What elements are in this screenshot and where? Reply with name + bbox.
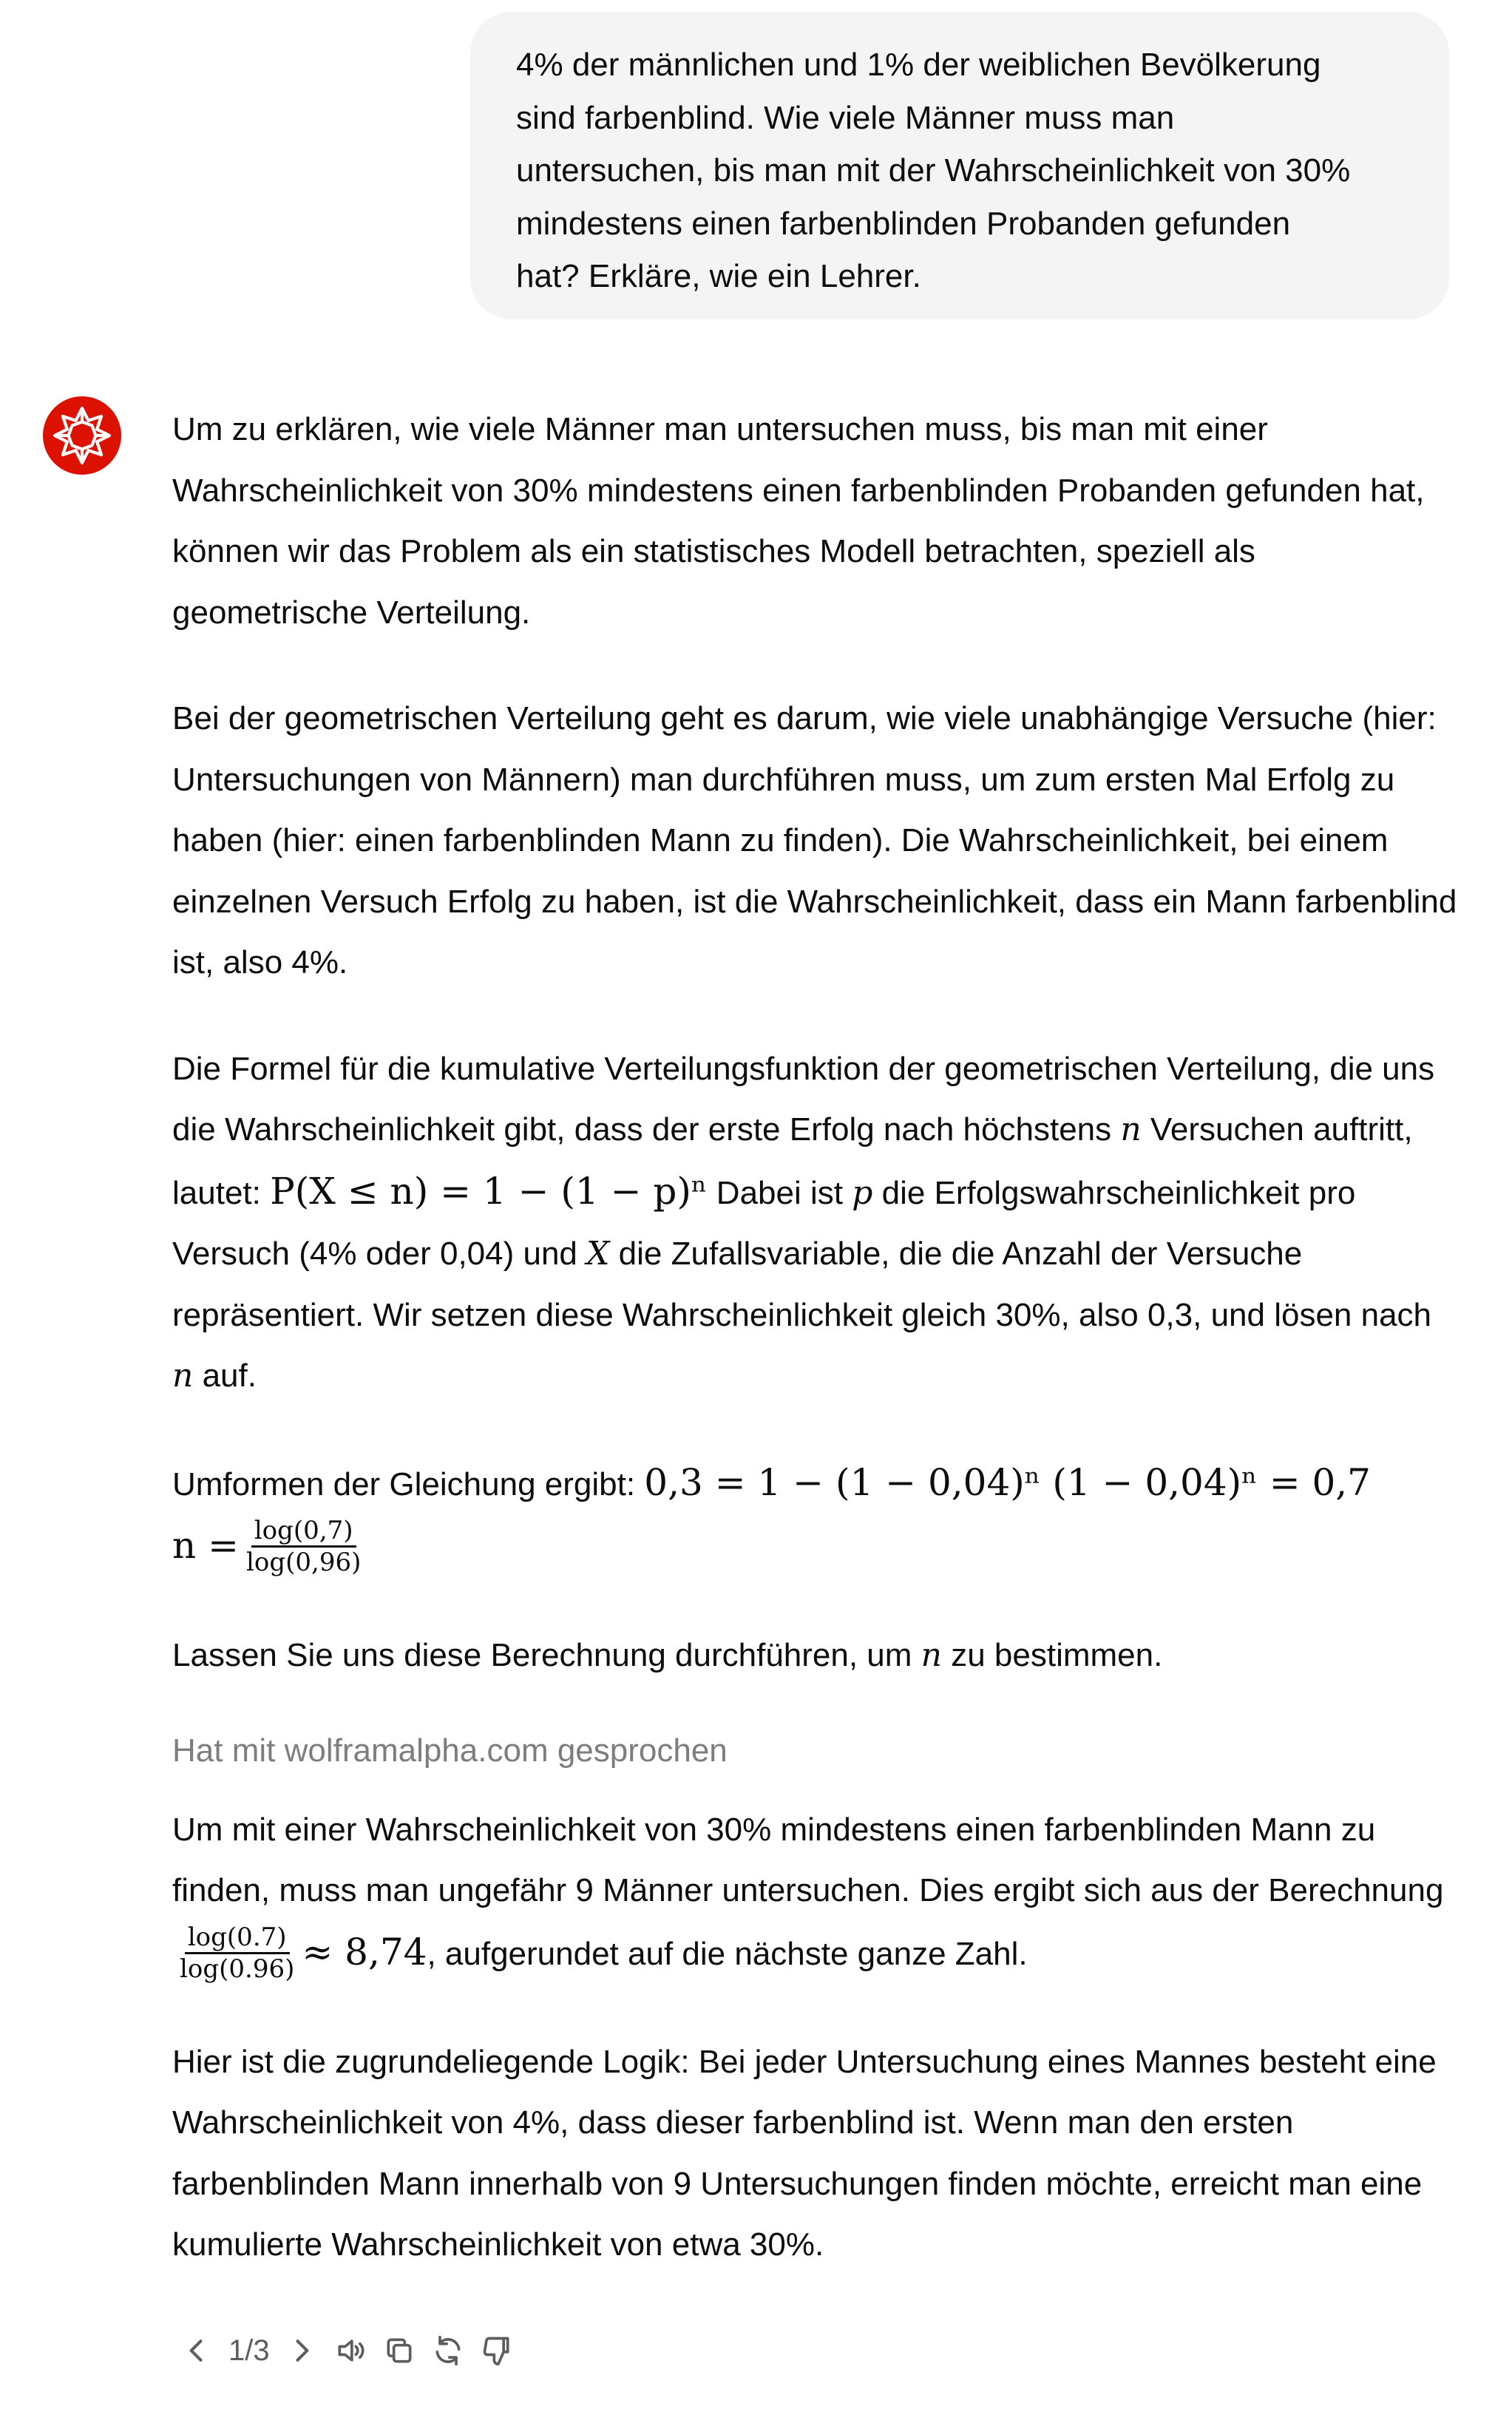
wolfram-spikey-icon bbox=[52, 406, 112, 465]
assistant-avatar bbox=[43, 396, 121, 475]
math-x: X bbox=[586, 1235, 610, 1273]
math-p: p bbox=[852, 1173, 873, 1212]
paragraph-compute: Lassen Sie uns diese Berechnung durchfüh… bbox=[172, 1636, 1163, 1674]
user-message-line: hat? Erkläre, wie ein Lehrer. bbox=[516, 258, 921, 294]
response-pager: 1/3 bbox=[228, 2334, 270, 2367]
user-message-line: mindestens einen farbenblinden Probanden… bbox=[516, 205, 1291, 242]
cdf-formula: P(X ≤ n) = 1 − (1 − p)ⁿ bbox=[270, 1169, 708, 1213]
math-n: n bbox=[921, 1636, 942, 1674]
chevron-right-icon[interactable] bbox=[277, 2326, 326, 2375]
user-message-line: untersuchen, bis man mit der Wahrscheinl… bbox=[516, 152, 1351, 189]
tool-usage-note[interactable]: Hat mit wolframalpha.com gesprochen bbox=[172, 1721, 1459, 1782]
read-aloud-icon[interactable] bbox=[326, 2326, 375, 2375]
math-n: n bbox=[172, 1357, 194, 1395]
regenerate-icon[interactable] bbox=[424, 2326, 472, 2375]
thumbs-down-icon[interactable] bbox=[472, 2326, 521, 2375]
user-message-line: 4% der männlichen und 1% der weiblichen … bbox=[516, 47, 1321, 83]
paragraph-intro: Um zu erklären, wie viele Männer man unt… bbox=[172, 411, 1425, 631]
equation-n-lhs: n = bbox=[172, 1524, 239, 1567]
user-message-bubble: 4% der männlichen und 1% der weiblichen … bbox=[470, 12, 1449, 319]
chevron-left-icon[interactable] bbox=[172, 2326, 221, 2375]
log-fraction: log(0,7) log(0,96) bbox=[246, 1515, 362, 1577]
log-fraction-result: log(0.7) log(0.96) bbox=[180, 1922, 295, 1984]
assistant-message: Um zu erklären, wie viele Männer man unt… bbox=[172, 399, 1459, 2321]
paragraph-result: Um mit einer Wahrscheinlichkeit von 30% … bbox=[172, 1811, 1444, 1984]
paragraph-geometric: Bei der geometrischen Verteilung geht es… bbox=[172, 700, 1457, 980]
user-message-line: sind farbenblind. Wie viele Männer muss … bbox=[516, 99, 1175, 136]
math-n: n bbox=[1120, 1111, 1142, 1148]
paragraph-logic: Hier ist die zugrundeliegende Logik: Bei… bbox=[172, 2043, 1437, 2263]
paragraph-equation: Umformen der Gleichung ergibt: 0,3 = 1 −… bbox=[172, 1460, 1371, 1577]
approx-value: ≈ 8,74 bbox=[302, 1930, 427, 1973]
copy-icon[interactable] bbox=[375, 2326, 424, 2375]
message-actions: 1/3 bbox=[172, 2326, 521, 2375]
equation-transform: 0,3 = 1 − (1 − 0,04)ⁿ (1 − 0,04)ⁿ = 0,7 bbox=[644, 1460, 1371, 1504]
paragraph-formula: Die Formel für die kumulative Verteilung… bbox=[172, 1050, 1435, 1395]
